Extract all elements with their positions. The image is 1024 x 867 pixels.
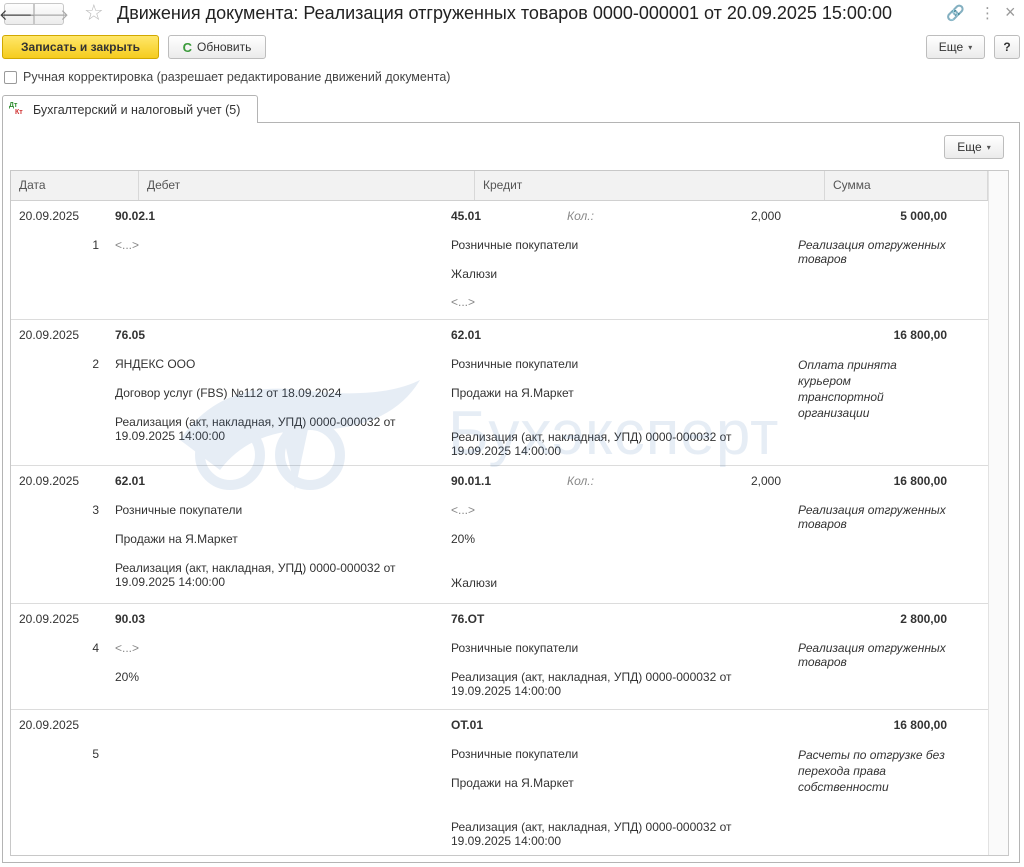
debit-subconto: ЯНДЕКС ООО	[115, 357, 196, 371]
grid-more-label: Еще	[957, 140, 982, 154]
row-amount: 2 800,00	[900, 612, 947, 626]
debit-account: 90.02.1	[115, 209, 156, 223]
debit-subconto: Продажи на Я.Маркет	[115, 532, 238, 546]
row-date: 20.09.2025	[19, 718, 80, 732]
row-number: 5	[92, 747, 99, 761]
close-icon[interactable]: ×	[1005, 2, 1016, 22]
table-row[interactable]: 20.09.2025 1 90.02.1 <...> 45.01 Кол.: 2…	[11, 201, 988, 320]
credit-subconto: <...>	[451, 295, 476, 309]
credit-subconto: Розничные покупатели	[451, 641, 579, 655]
row-content: Реализация отгруженных товаров	[798, 238, 946, 266]
credit-subconto: Жалюзи	[451, 576, 498, 590]
credit-subconto: Розничные покупатели	[451, 747, 579, 761]
more-label: Еще	[938, 40, 964, 54]
row-amount: 5 000,00	[900, 209, 947, 223]
quantity-label: Кол.:	[567, 209, 594, 223]
credit-subconto: Реализация (акт, накладная, УПД) 0000-00…	[451, 670, 732, 698]
row-amount: 16 800,00	[893, 474, 947, 488]
row-amount: 16 800,00	[893, 328, 947, 342]
more-button[interactable]: Еще ▾	[926, 35, 985, 59]
debit-subconto: <...>	[115, 238, 140, 252]
manual-adjust-checkbox[interactable]	[4, 70, 17, 84]
chevron-down-icon: ▾	[986, 142, 991, 152]
quantity-label: Кол.:	[567, 474, 594, 488]
refresh-button[interactable]: C Обновить	[168, 35, 266, 59]
credit-account: 62.01	[451, 328, 482, 342]
row-content: Реализация отгруженных товаров	[798, 503, 946, 531]
more-vertical-icon[interactable]: ⋮	[980, 4, 995, 24]
credit-account: ОТ.01	[451, 718, 483, 732]
credit-subconto: Реализация (акт, накладная, УПД) 0000-00…	[451, 820, 732, 848]
manual-adjust-row[interactable]: Ручная корректировка (разрешает редактир…	[4, 69, 450, 85]
debit-subconto: Розничные покупатели	[115, 503, 243, 517]
row-date: 20.09.2025	[19, 328, 80, 342]
row-number: 1	[92, 238, 99, 252]
refresh-icon: C	[182, 39, 193, 55]
help-button[interactable]: ?	[994, 35, 1020, 59]
window-title: Движения документа: Реализация отгруженн…	[117, 3, 892, 23]
column-header-debit[interactable]: Дебет	[139, 171, 475, 200]
credit-account: 45.01	[451, 209, 482, 223]
save-and-close-button[interactable]: Записать и закрыть	[2, 35, 159, 59]
row-date: 20.09.2025	[19, 474, 80, 488]
quantity-value: 2,000	[750, 474, 781, 488]
credit-subconto: Продажи на Я.Маркет	[451, 776, 574, 790]
forward-arrow-icon[interactable]: 🡒	[29, 3, 69, 25]
credit-subconto: Жалюзи	[451, 267, 498, 281]
row-content: Реализация отгруженных товаров	[798, 641, 946, 669]
debit-account: 90.03	[115, 612, 146, 626]
table-row[interactable]: 20.09.2025 5 ОТ.01 Розничные покупатели …	[11, 710, 988, 855]
debit-credit-icon: Дт Кт	[9, 101, 23, 116]
debit-subconto: <...>	[115, 641, 140, 655]
table-row[interactable]: 20.09.2025 2 76.05 ЯНДЕКС ООО Договор ус…	[11, 320, 988, 466]
row-date: 20.09.2025	[19, 612, 80, 626]
chevron-down-icon: ▾	[968, 42, 973, 52]
debit-account: 62.01	[115, 474, 146, 488]
debit-subconto: Реализация (акт, накладная, УПД) 0000-00…	[115, 561, 396, 589]
table-row[interactable]: 20.09.2025 3 62.01 Розничные покупатели …	[11, 466, 988, 604]
grid-more-button[interactable]: Еще ▾	[944, 135, 1004, 159]
credit-account: 90.01.1	[451, 474, 492, 488]
row-number: 3	[92, 503, 99, 517]
quantity-value: 2,000	[750, 209, 781, 223]
table-row[interactable]: 20.09.2025 4 90.03 <...> 20% 76.ОТ Розни…	[11, 604, 988, 710]
row-content: Расчеты по отгрузке без перехода права с…	[798, 748, 945, 794]
credit-account: 76.ОТ	[451, 612, 485, 626]
refresh-label: Обновить	[197, 40, 252, 54]
row-content: Оплата принята курьером транспортной орг…	[798, 358, 897, 420]
link-icon[interactable]: 🔗	[946, 4, 965, 24]
column-header-date[interactable]: Дата	[11, 171, 139, 200]
table-header: Дата Дебет Кредит Сумма	[11, 171, 988, 201]
debit-account: 76.05	[115, 328, 146, 342]
row-amount: 16 800,00	[893, 718, 947, 732]
credit-subconto: <...>	[451, 503, 476, 517]
debit-subconto: Договор услуг (FBS) №112 от 18.09.2024	[115, 386, 342, 400]
tab-label: Бухгалтерский и налоговый учет (5)	[33, 102, 241, 117]
debit-subconto: 20%	[115, 670, 140, 684]
manual-adjust-label: Ручная корректировка (разрешает редактир…	[23, 70, 451, 84]
credit-subconto: Розничные покупатели	[451, 238, 579, 252]
tab-accounting[interactable]: Дт Кт Бухгалтерский и налоговый учет (5)	[2, 95, 258, 123]
credit-subconto: 20%	[451, 532, 476, 546]
credit-subconto: Реализация (акт, накладная, УПД) 0000-00…	[451, 430, 732, 458]
vertical-scrollbar[interactable]	[988, 171, 1008, 855]
title-bar: 🡐 🡒 ☆ Движения документа: Реализация отг…	[0, 0, 1024, 28]
column-header-credit[interactable]: Кредит	[475, 171, 825, 200]
column-header-amount[interactable]: Сумма	[825, 171, 988, 200]
credit-subconto: Розничные покупатели	[451, 357, 579, 371]
row-date: 20.09.2025	[19, 209, 80, 223]
star-icon[interactable]: ☆	[84, 1, 104, 25]
row-number: 2	[92, 357, 99, 371]
entries-table[interactable]: Дата Дебет Кредит Сумма 20.09.2025 1 90.…	[10, 170, 1009, 856]
credit-subconto: Продажи на Я.Маркет	[451, 386, 574, 400]
row-number: 4	[92, 641, 99, 655]
debit-subconto: Реализация (акт, накладная, УПД) 0000-00…	[115, 415, 396, 443]
